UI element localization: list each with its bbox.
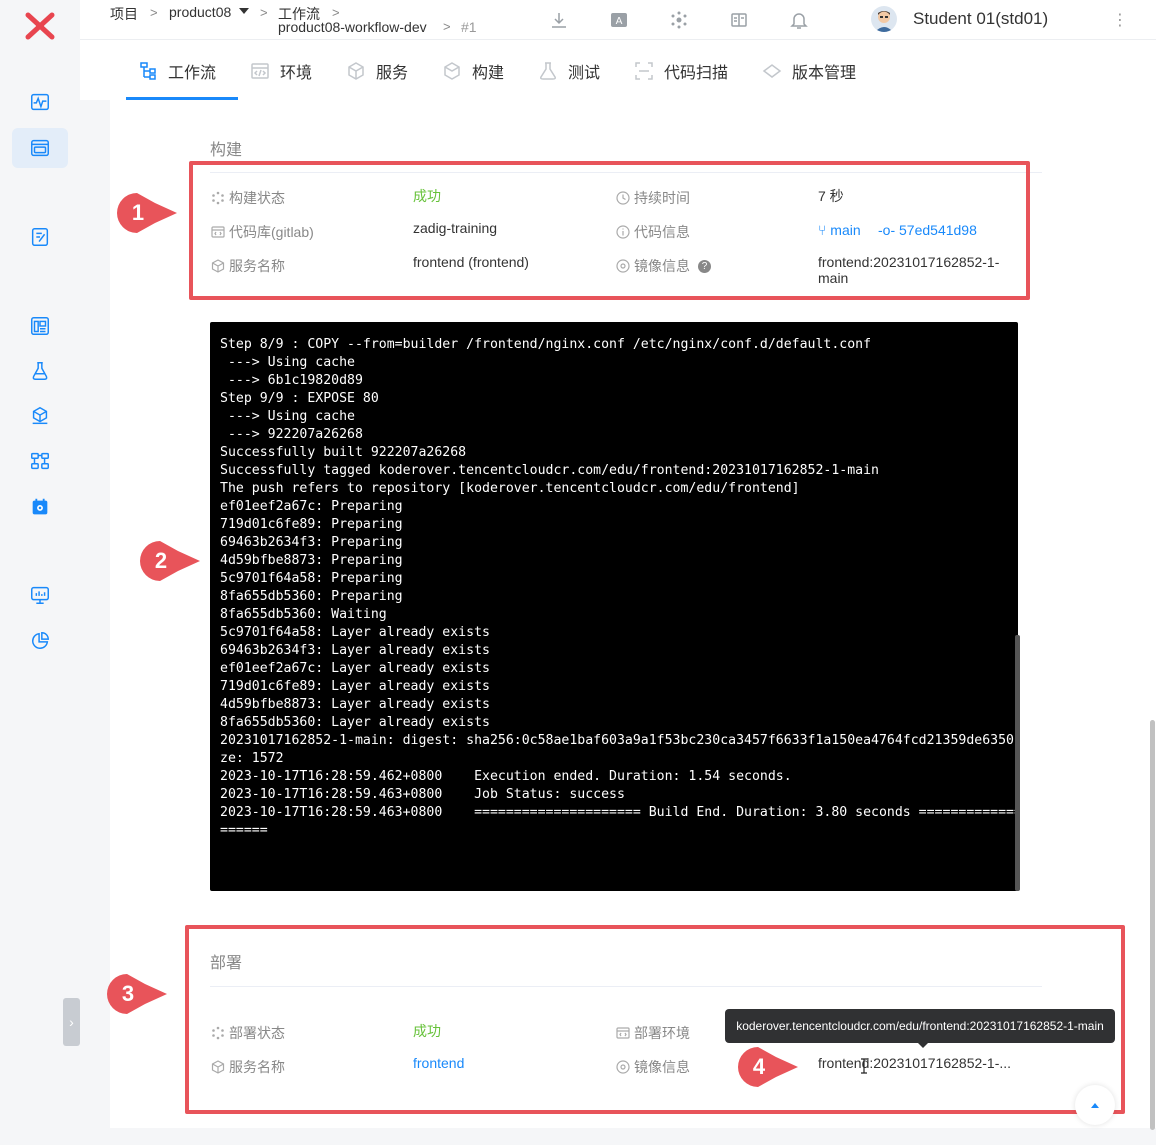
monitor-icon[interactable] xyxy=(24,579,56,611)
dashboard-icon[interactable] xyxy=(24,86,56,118)
tab-label: 环境 xyxy=(280,65,313,82)
breadcrumb-separator: > xyxy=(260,5,268,20)
plugin-icon[interactable] xyxy=(669,10,689,30)
service-icon xyxy=(346,61,366,81)
annotation-marker-3: 3 xyxy=(105,972,169,1016)
tab-label: 版本管理 xyxy=(792,65,857,82)
avatar[interactable] xyxy=(871,6,897,32)
more-menu-icon[interactable]: ⋮ xyxy=(1112,10,1128,30)
artifact-icon[interactable] xyxy=(24,400,56,432)
build-log-terminal[interactable]: Step 8/9 : COPY --from=builder /frontend… xyxy=(210,322,1018,891)
sidebar-collapse-button[interactable]: › xyxy=(63,998,80,1046)
page-scrollbar[interactable] xyxy=(1150,720,1155,1130)
project-icon[interactable] xyxy=(12,128,68,168)
highlight-box-deploy-info xyxy=(185,925,1125,1114)
tab-label: 构建 xyxy=(472,65,505,82)
bell-icon[interactable] xyxy=(789,10,809,30)
tab-label: 测试 xyxy=(568,65,601,82)
tab-service[interactable]: 服务 xyxy=(346,60,408,82)
breadcrumb-workflow-name[interactable]: product08-workflow-dev xyxy=(278,19,427,35)
chevron-down-icon[interactable] xyxy=(239,8,249,14)
user-name[interactable]: Student 01(std01) xyxy=(913,9,1048,29)
template-icon[interactable] xyxy=(24,310,56,342)
top-bar: 项目 > product08 > 工作流 > product08-workflo… xyxy=(80,0,1156,40)
project-tabs: 工作流 环境 服务 构建 测试 代码扫描 版本管理 xyxy=(80,40,1156,100)
test-flask-icon xyxy=(538,61,558,81)
breadcrumb-separator: > xyxy=(332,5,340,20)
settings-calendar-icon[interactable] xyxy=(24,491,56,523)
svg-text:A: A xyxy=(616,16,623,27)
tab-build[interactable]: 构建 xyxy=(442,60,504,82)
tab-environment[interactable]: 环境 xyxy=(250,60,312,82)
log-scrollbar[interactable] xyxy=(1015,635,1020,891)
highlight-box-build-info xyxy=(189,161,1030,300)
back-to-top-button[interactable] xyxy=(1075,1085,1115,1125)
pie-chart-icon[interactable] xyxy=(24,625,56,657)
tab-test[interactable]: 测试 xyxy=(538,60,600,82)
tab-label: 代码扫描 xyxy=(664,65,729,82)
breadcrumb-project[interactable]: 项目 xyxy=(110,4,138,24)
tab-version[interactable]: 版本管理 xyxy=(762,60,856,82)
translate-icon[interactable]: A xyxy=(609,10,629,30)
annotation-marker-4: 4 xyxy=(736,1045,800,1089)
annotation-marker-2: 2 xyxy=(138,539,202,583)
tab-label: 服务 xyxy=(376,65,409,82)
build-section-title: 构建 xyxy=(210,142,243,159)
breadcrumb-run: #1 xyxy=(461,19,477,35)
tab-code-scan[interactable]: 代码扫描 xyxy=(634,60,728,82)
breadcrumb-separator: > xyxy=(150,5,158,20)
plan-icon[interactable] xyxy=(24,221,56,253)
docs-book-icon[interactable] xyxy=(729,10,749,30)
tab-workflow[interactable]: 工作流 xyxy=(138,60,216,82)
breadcrumb-separator: > xyxy=(443,19,451,34)
download-icon[interactable] xyxy=(549,10,569,30)
environment-icon xyxy=(250,61,270,81)
sidebar: › xyxy=(0,0,80,1145)
build-icon xyxy=(442,61,462,81)
test-flask-icon[interactable] xyxy=(24,355,56,387)
annotation-marker-1: 1 xyxy=(115,191,179,235)
caret-up-icon xyxy=(1091,1103,1099,1108)
breadcrumb-product[interactable]: product08 xyxy=(169,4,231,20)
code-scan-icon xyxy=(634,61,654,81)
version-icon xyxy=(762,61,782,81)
delivery-icon[interactable] xyxy=(24,445,56,477)
zadig-logo[interactable] xyxy=(24,10,56,42)
workflow-icon xyxy=(138,61,158,81)
build-log-text: Step 8/9 : COPY --from=builder /frontend… xyxy=(220,337,1018,838)
tab-label: 工作流 xyxy=(168,65,217,82)
